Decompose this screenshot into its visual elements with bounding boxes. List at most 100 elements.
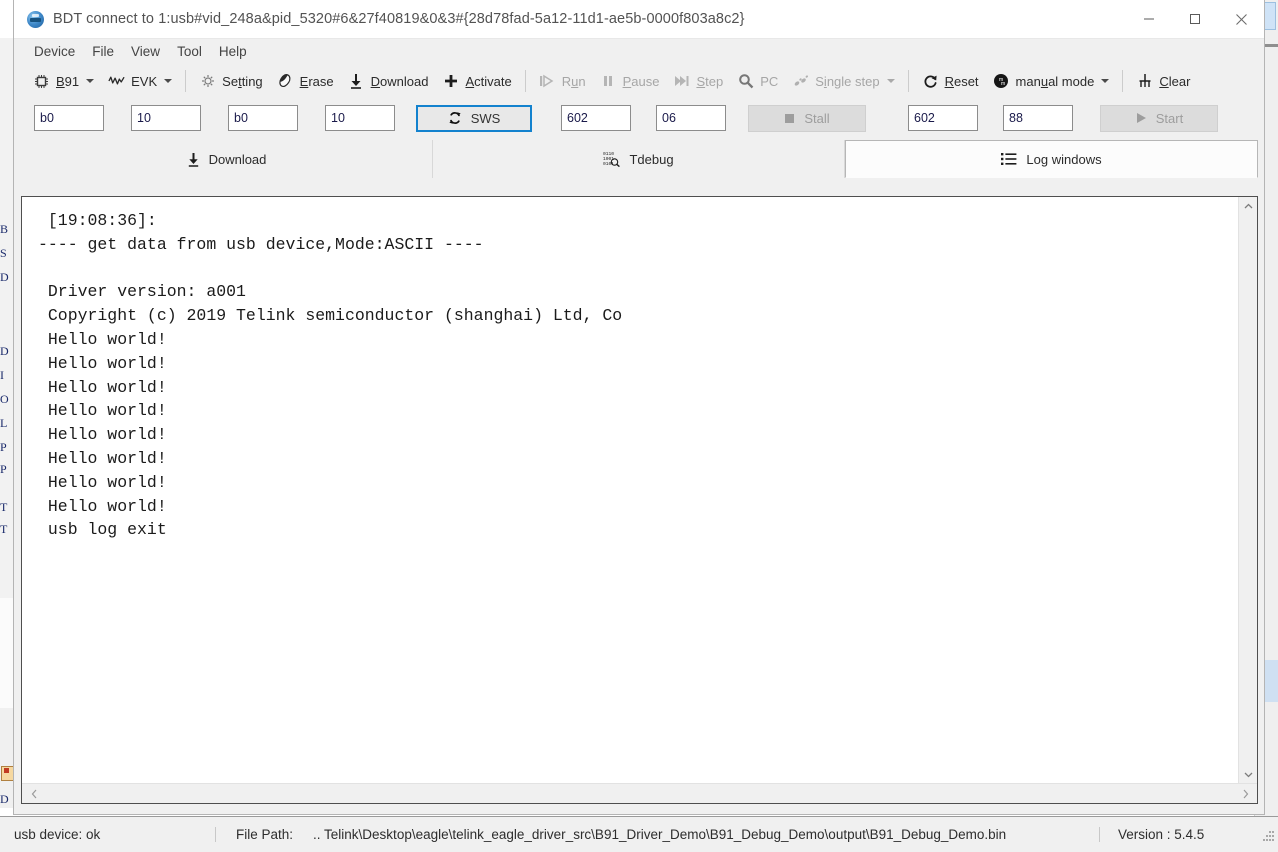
- menu-item-help[interactable]: Help: [211, 42, 256, 61]
- resize-grip-icon[interactable]: [1259, 827, 1275, 843]
- parameter-fields-row: SWS Stall Start: [14, 99, 1264, 137]
- field-8[interactable]: [1003, 105, 1073, 131]
- start-button-label: Start: [1155, 110, 1184, 126]
- menu-bar: Device File View Tool Help: [14, 39, 1264, 63]
- tab-log-windows[interactable]: Log windows: [845, 140, 1258, 178]
- chevron-down-icon[interactable]: [1101, 79, 1110, 83]
- field-7[interactable]: [908, 105, 978, 131]
- sws-button-label: SWS: [470, 110, 501, 126]
- toolbar-pause-button[interactable]: Pause: [593, 66, 667, 96]
- toolbar-chip-selector[interactable]: B91: [26, 66, 101, 96]
- tab-log-windows-label: Log windows: [1026, 151, 1102, 167]
- menu-item-device[interactable]: Device: [26, 42, 84, 61]
- list-lines-icon: [1001, 152, 1017, 166]
- stall-button-label: Stall: [804, 110, 830, 126]
- maximize-button[interactable]: [1172, 0, 1218, 38]
- toolbar-setting-button[interactable]: Setting: [192, 66, 270, 96]
- toolbar-single-step-label: Single step: [815, 73, 880, 89]
- window-title: BDT connect to 1:usb#vid_248a&pid_5320#6…: [53, 11, 745, 27]
- length-field-1[interactable]: [131, 105, 201, 131]
- close-button[interactable]: [1218, 0, 1264, 38]
- chevron-down-icon[interactable]: [164, 79, 173, 83]
- toolbar-clear-button[interactable]: Clear: [1129, 66, 1197, 96]
- play-outline-icon: [539, 73, 556, 90]
- status-version: Version : 5.4.5: [1099, 827, 1259, 842]
- step-forward-icon: [673, 73, 690, 90]
- toolbar-erase-label: Erase: [299, 73, 334, 89]
- background-text-fragment: O: [0, 392, 9, 406]
- log-window: [19:08:36]: ---- get data from usb devic…: [21, 196, 1258, 804]
- mode-circle-icon: m m: [993, 73, 1010, 90]
- toolbar-divider: [524, 70, 526, 92]
- background-text-fragment: P: [0, 462, 7, 476]
- log-text-content[interactable]: [19:08:36]: ---- get data from usb devic…: [22, 197, 1238, 783]
- toolbar-mode-selector[interactable]: m m manual mode: [986, 66, 1117, 96]
- stop-square-icon: [784, 113, 795, 124]
- toolbar-download-label: Download: [370, 73, 429, 89]
- toolbar-activate-button[interactable]: Activate: [435, 66, 518, 96]
- menu-item-view[interactable]: View: [123, 42, 169, 61]
- toolbar-step-label: Step: [696, 73, 724, 89]
- log-vertical-scroll-thumb[interactable]: [1240, 250, 1256, 730]
- toolbar-pause-label: Pause: [622, 73, 660, 89]
- chevron-down-icon[interactable]: [886, 79, 895, 83]
- background-text-fragment: B: [0, 222, 9, 236]
- toolbar-run-label: Run: [561, 73, 586, 89]
- status-file-path-value: .. Telink\Desktop\eagle\telink_eagle_dri…: [313, 827, 1007, 842]
- chevron-left-icon[interactable]: [26, 786, 42, 802]
- toolbar-download-button[interactable]: Download: [341, 66, 436, 96]
- chevron-down-icon[interactable]: [86, 79, 95, 83]
- toolbar-step-button[interactable]: Step: [666, 66, 730, 96]
- magnifier-icon: [737, 73, 754, 90]
- field-5[interactable]: [561, 105, 631, 131]
- footsteps-icon: [792, 73, 809, 90]
- toolbar-divider: [1122, 70, 1124, 92]
- download-arrow-icon: [348, 73, 365, 90]
- menu-item-tool[interactable]: Tool: [169, 42, 211, 61]
- background-text-fragment: D: [0, 270, 9, 284]
- plus-icon: [442, 73, 459, 90]
- chevron-right-icon[interactable]: [1237, 786, 1253, 802]
- toolbar-pc-button[interactable]: PC: [730, 66, 785, 96]
- tab-download[interactable]: Download: [21, 140, 433, 178]
- toolbar-divider: [185, 70, 187, 92]
- bdt-globe-icon: [27, 10, 44, 28]
- toolbar-run-button[interactable]: Run: [532, 66, 593, 96]
- title-bar[interactable]: BDT connect to 1:usb#vid_248a&pid_5320#6…: [14, 0, 1264, 39]
- background-text-fragment: L: [0, 416, 8, 430]
- chevron-down-icon[interactable]: [1239, 765, 1257, 783]
- toolbar-divider: [907, 70, 909, 92]
- log-vertical-scrollbar[interactable]: [1238, 197, 1257, 783]
- address-field-1[interactable]: [34, 105, 104, 131]
- svg-text:m: m: [1001, 81, 1005, 87]
- toolbar-single-step-button[interactable]: Single step: [785, 66, 901, 96]
- background-left-panel-secondary: [0, 598, 14, 708]
- field-6[interactable]: [656, 105, 726, 131]
- start-button[interactable]: Start: [1100, 104, 1218, 132]
- chip-icon: [33, 73, 50, 90]
- sws-button[interactable]: SWS: [416, 104, 532, 132]
- background-text-fragment: S: [0, 246, 7, 260]
- background-text-fragment: T: [0, 500, 8, 514]
- pause-icon: [600, 73, 617, 90]
- binary-search-icon: 0110 1001 0101: [603, 151, 621, 167]
- toolbar-reset-label: Reset: [944, 73, 979, 89]
- log-horizontal-scrollbar[interactable]: [22, 783, 1257, 803]
- tab-tdebug[interactable]: 0110 1001 0101 Tdebug: [433, 140, 845, 178]
- minimize-button[interactable]: [1126, 0, 1172, 38]
- background-text-fragment: P: [0, 440, 7, 454]
- stall-button[interactable]: Stall: [748, 104, 866, 132]
- menu-item-file[interactable]: File: [84, 42, 123, 61]
- background-text-fragment: T: [0, 522, 8, 536]
- toolbar-chip-label: B91: [56, 73, 80, 89]
- toolbar-board-selector[interactable]: EVK: [101, 66, 179, 96]
- chevron-up-icon[interactable]: [1239, 197, 1257, 215]
- toolbar-reset-button[interactable]: Reset: [915, 66, 986, 96]
- status-file-path-label: File Path:: [236, 827, 294, 842]
- address-field-2[interactable]: [228, 105, 298, 131]
- toolbar-erase-button[interactable]: Erase: [270, 66, 341, 96]
- status-bar: usb device: ok File Path: .. Telink\Desk…: [0, 816, 1278, 852]
- status-file-path: File Path: .. Telink\Desktop\eagle\telin…: [215, 827, 1099, 842]
- length-field-2[interactable]: [325, 105, 395, 131]
- play-icon: [1135, 112, 1147, 124]
